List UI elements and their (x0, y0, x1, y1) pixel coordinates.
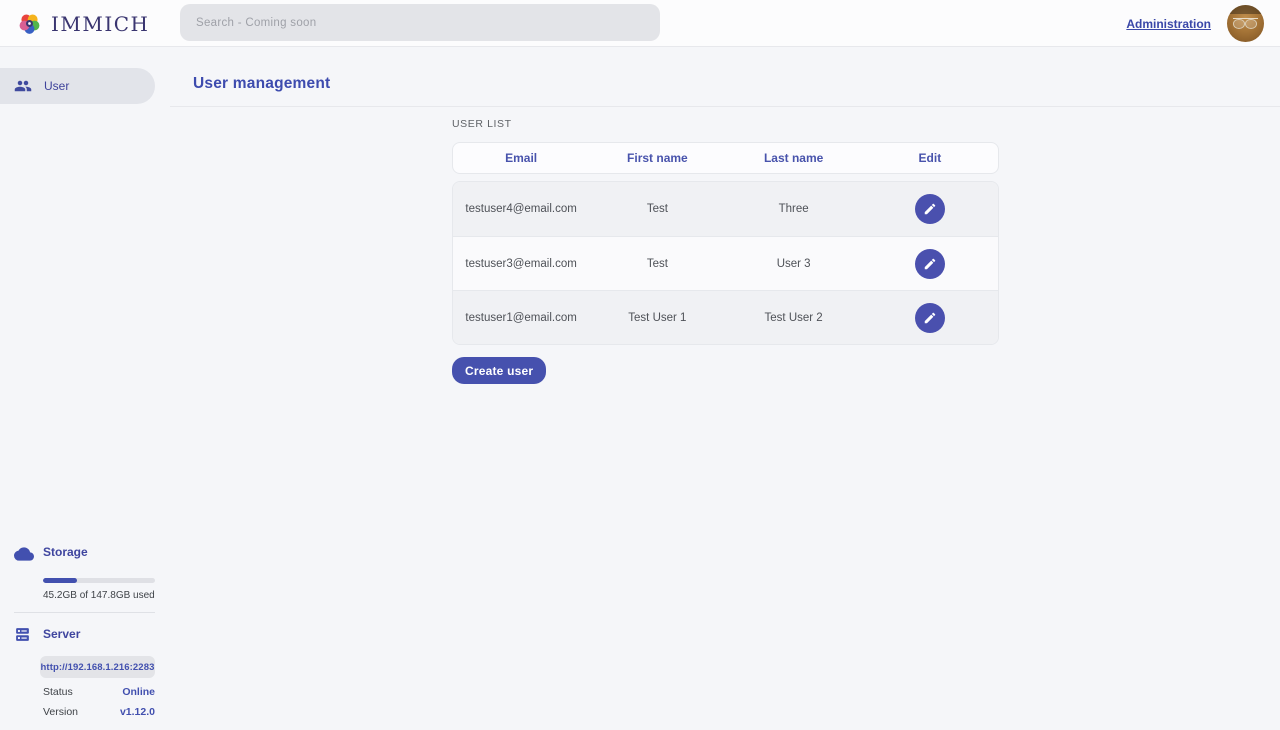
storage-title: Storage (43, 543, 155, 569)
cloud-icon (14, 543, 43, 569)
avatar-detail (1227, 5, 1264, 14)
avatar-glasses-detail (1233, 18, 1258, 27)
server-status-row: Status Online (43, 686, 155, 698)
cell-last-name: Three (726, 203, 862, 215)
user-list-label: USER LIST (452, 118, 512, 130)
column-header-edit: Edit (862, 151, 998, 165)
table-row: testuser4@email.com Test Three (453, 182, 998, 236)
sidebar-item-user-label: User (44, 79, 69, 93)
storage-usage-text: 45.2GB of 147.8GB used (43, 590, 155, 601)
sidebar-item-user[interactable]: User (0, 68, 155, 104)
server-section: Server http://192.168.1.216:2283 Status … (14, 625, 155, 718)
topbar-right: Administration (1126, 0, 1264, 47)
column-header-last-name: Last name (726, 151, 862, 165)
cell-last-name: User 3 (726, 258, 862, 270)
pencil-icon (923, 202, 937, 216)
storage-section: Storage 45.2GB of 147.8GB used (14, 543, 155, 601)
cell-last-name: Test User 2 (726, 312, 862, 324)
main-content: User management USER LIST Email First na… (170, 47, 1280, 730)
immich-logo-icon (16, 10, 43, 37)
server-url-badge: http://192.168.1.216:2283 (40, 656, 155, 678)
pencil-icon (923, 257, 937, 271)
title-divider (170, 106, 1280, 107)
user-table: testuser4@email.com Test Three testuser3… (452, 181, 999, 345)
edit-user-button[interactable] (915, 194, 945, 224)
user-avatar[interactable] (1227, 5, 1264, 42)
sidebar: User Storage 45.2GB of 147.8GB used (0, 47, 170, 730)
page-title: User management (193, 75, 330, 93)
users-group-icon (14, 77, 32, 95)
sidebar-bottom: Storage 45.2GB of 147.8GB used Server ht… (0, 543, 170, 718)
cell-first-name: Test (589, 203, 725, 215)
cell-first-name: Test User 1 (589, 312, 725, 324)
edit-user-button[interactable] (915, 303, 945, 333)
storage-progress-fill (43, 578, 77, 583)
server-version-row: Version v1.12.0 (43, 706, 155, 718)
status-label: Status (43, 686, 73, 698)
column-header-email: Email (453, 151, 589, 165)
create-user-button[interactable]: Create user (452, 357, 546, 384)
brand-wordmark: IMMICH (51, 12, 150, 36)
cell-email: testuser1@email.com (453, 312, 589, 324)
table-row: testuser1@email.com Test User 1 Test Use… (453, 290, 998, 344)
user-table-header: Email First name Last name Edit (452, 142, 999, 174)
column-header-first-name: First name (589, 151, 725, 165)
cell-email: testuser3@email.com (453, 258, 589, 270)
sidebar-divider (14, 612, 155, 613)
table-row: testuser3@email.com Test User 3 (453, 236, 998, 290)
cell-email: testuser4@email.com (453, 203, 589, 215)
administration-link[interactable]: Administration (1126, 17, 1211, 31)
server-title: Server (43, 625, 155, 648)
version-value: v1.12.0 (120, 706, 155, 718)
storage-progress-bar (43, 578, 155, 583)
brand[interactable]: IMMICH (16, 0, 150, 47)
version-label: Version (43, 706, 78, 718)
top-bar: IMMICH Administration (0, 0, 1280, 47)
server-icon (14, 625, 43, 648)
pencil-icon (923, 311, 937, 325)
search-input[interactable] (180, 4, 660, 41)
edit-user-button[interactable] (915, 249, 945, 279)
status-value: Online (122, 686, 155, 698)
cell-first-name: Test (589, 258, 725, 270)
